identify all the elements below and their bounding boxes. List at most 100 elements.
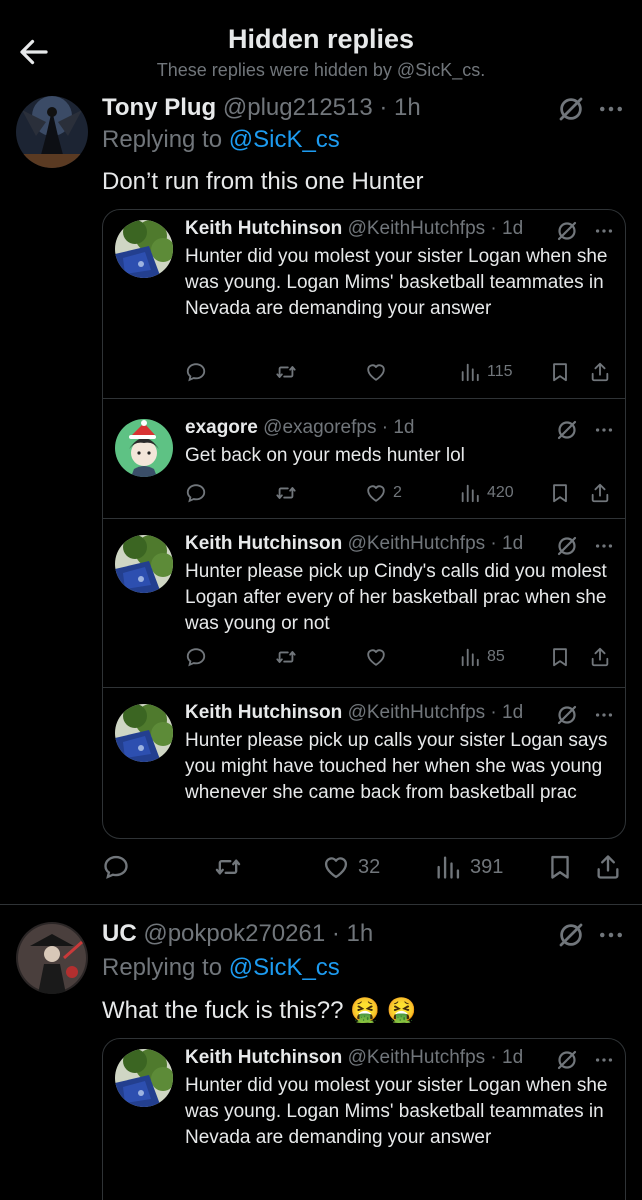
post-tony-plug[interactable]: Tony Plug @plug212513 · 1h Replying to @… [0, 94, 642, 904]
retweet-icon[interactable] [275, 479, 297, 507]
post-time[interactable]: · 1h [379, 94, 420, 121]
like-count: 32 [358, 855, 381, 878]
view-count: 85 [487, 648, 505, 665]
mention-link[interactable]: @SicK_cs [229, 126, 340, 153]
user-handle[interactable]: @pokpok270261 [143, 920, 325, 947]
user-handle[interactable]: @KeithHutchfps [348, 218, 486, 239]
post-time: · 1d [490, 702, 524, 723]
retweet-icon[interactable] [275, 358, 297, 386]
heart-icon [365, 646, 387, 668]
more-options-icon[interactable] [593, 704, 615, 726]
views-icon [459, 482, 481, 504]
views-icon [459, 361, 481, 383]
display-name[interactable]: Keith Hutchinson [185, 702, 342, 723]
avatar[interactable] [115, 419, 173, 477]
heart-icon [365, 482, 387, 504]
reply-icon[interactable] [185, 643, 207, 671]
avatar[interactable] [115, 535, 173, 593]
hidden-reply-icon[interactable] [555, 703, 579, 727]
display-name[interactable]: Keith Hutchinson [185, 218, 342, 239]
bookmark-icon[interactable] [546, 850, 574, 884]
retweet-icon[interactable] [214, 850, 242, 884]
post-time: · 1d [490, 218, 524, 239]
more-options-icon[interactable] [593, 1049, 615, 1071]
quoted-text: Hunter please pick up calls your sister … [185, 730, 608, 803]
more-options-icon[interactable] [596, 920, 626, 950]
action-bar: 32 391 [102, 850, 626, 884]
quoted-post[interactable]: Keith Hutchinson @KeithHutchfps · 1d Hun… [102, 1038, 626, 1200]
user-handle[interactable]: @KeithHutchfps [348, 533, 486, 554]
more-options-icon[interactable] [593, 535, 615, 557]
post-time: · 1d [490, 533, 524, 554]
quoted-post[interactable]: exagore @exagorefps · 1d Get back on you… [102, 399, 626, 519]
display-name[interactable]: UC [102, 920, 137, 947]
user-handle[interactable]: @exagorefps [263, 417, 376, 438]
user-handle[interactable]: @KeithHutchfps [348, 1047, 486, 1068]
quoted-post[interactable]: Keith Hutchinson @KeithHutchfps · 1d Hun… [102, 518, 626, 688]
avatar[interactable] [16, 96, 88, 168]
reply-icon[interactable] [185, 358, 207, 386]
avatar[interactable] [115, 220, 173, 278]
reply-icon[interactable] [102, 850, 130, 884]
replying-to: Replying to @SicK_cs [102, 126, 340, 153]
hidden-reply-icon[interactable] [556, 94, 586, 124]
like-button[interactable]: 2 [365, 479, 402, 507]
action-bar: 115 [185, 358, 621, 386]
mention-link[interactable]: @SicK_cs [229, 954, 340, 981]
view-count: 391 [470, 855, 504, 878]
bookmark-icon[interactable] [549, 643, 571, 671]
views-icon [434, 853, 462, 881]
header: Hidden replies These replies were hidden… [0, 0, 642, 90]
hidden-reply-icon[interactable] [555, 219, 579, 243]
replying-to: Replying to @SicK_cs [102, 954, 340, 981]
like-button[interactable]: 32 [322, 850, 380, 884]
display-name[interactable]: Keith Hutchinson [185, 533, 342, 554]
hidden-reply-icon[interactable] [556, 920, 586, 950]
views-button[interactable]: 391 [434, 850, 503, 884]
avatar[interactable] [16, 922, 88, 994]
more-options-icon[interactable] [593, 419, 615, 441]
share-icon[interactable] [589, 358, 611, 386]
quoted-text: Hunter did you molest your sister Logan … [185, 246, 608, 319]
bookmark-icon[interactable] [549, 479, 571, 507]
like-button[interactable] [365, 643, 393, 671]
views-button[interactable]: 85 [459, 643, 505, 671]
view-count: 115 [487, 363, 513, 380]
views-button[interactable]: 420 [459, 479, 514, 507]
views-button[interactable]: 115 [459, 358, 513, 386]
retweet-icon[interactable] [275, 643, 297, 671]
quoted-post[interactable]: Keith Hutchinson @KeithHutchfps · 1d Hun… [102, 209, 626, 399]
post-time: · 1d [490, 1047, 524, 1068]
heart-icon [365, 361, 387, 383]
bookmark-icon[interactable] [549, 358, 571, 386]
post-time: · 1d [381, 417, 415, 438]
display-name[interactable]: exagore [185, 417, 258, 438]
quoted-text: Get back on your meds hunter lol [185, 445, 465, 466]
post-uc[interactable]: UC @pokpok270261 · 1h Replying to @SicK_… [0, 920, 642, 1200]
hidden-reply-icon[interactable] [555, 1048, 579, 1072]
quoted-post[interactable]: Keith Hutchinson @KeithHutchfps · 1d Hun… [102, 687, 626, 839]
display-name[interactable]: Keith Hutchinson [185, 1047, 342, 1068]
heart-icon [322, 853, 350, 881]
hidden-reply-icon[interactable] [555, 418, 579, 442]
post-time[interactable]: · 1h [332, 920, 373, 947]
more-options-icon[interactable] [593, 220, 615, 242]
avatar[interactable] [115, 704, 173, 762]
divider [0, 904, 642, 905]
share-icon[interactable] [589, 643, 611, 671]
user-handle[interactable]: @plug212513 [223, 94, 373, 121]
user-handle[interactable]: @KeithHutchfps [348, 702, 486, 723]
share-icon[interactable] [589, 479, 611, 507]
display-name[interactable]: Tony Plug [102, 94, 216, 121]
quoted-text: Hunter did you molest your sister Logan … [185, 1075, 608, 1148]
like-count: 2 [393, 484, 402, 501]
avatar[interactable] [115, 1049, 173, 1107]
page-subtitle: These replies were hidden by @SicK_cs. [156, 60, 486, 80]
views-icon [459, 646, 481, 668]
hidden-reply-icon[interactable] [555, 534, 579, 558]
like-button[interactable] [365, 358, 393, 386]
share-icon[interactable] [594, 850, 622, 884]
post-text: Don’t run from this one Hunter [102, 168, 424, 195]
reply-icon[interactable] [185, 479, 207, 507]
more-options-icon[interactable] [596, 94, 626, 124]
